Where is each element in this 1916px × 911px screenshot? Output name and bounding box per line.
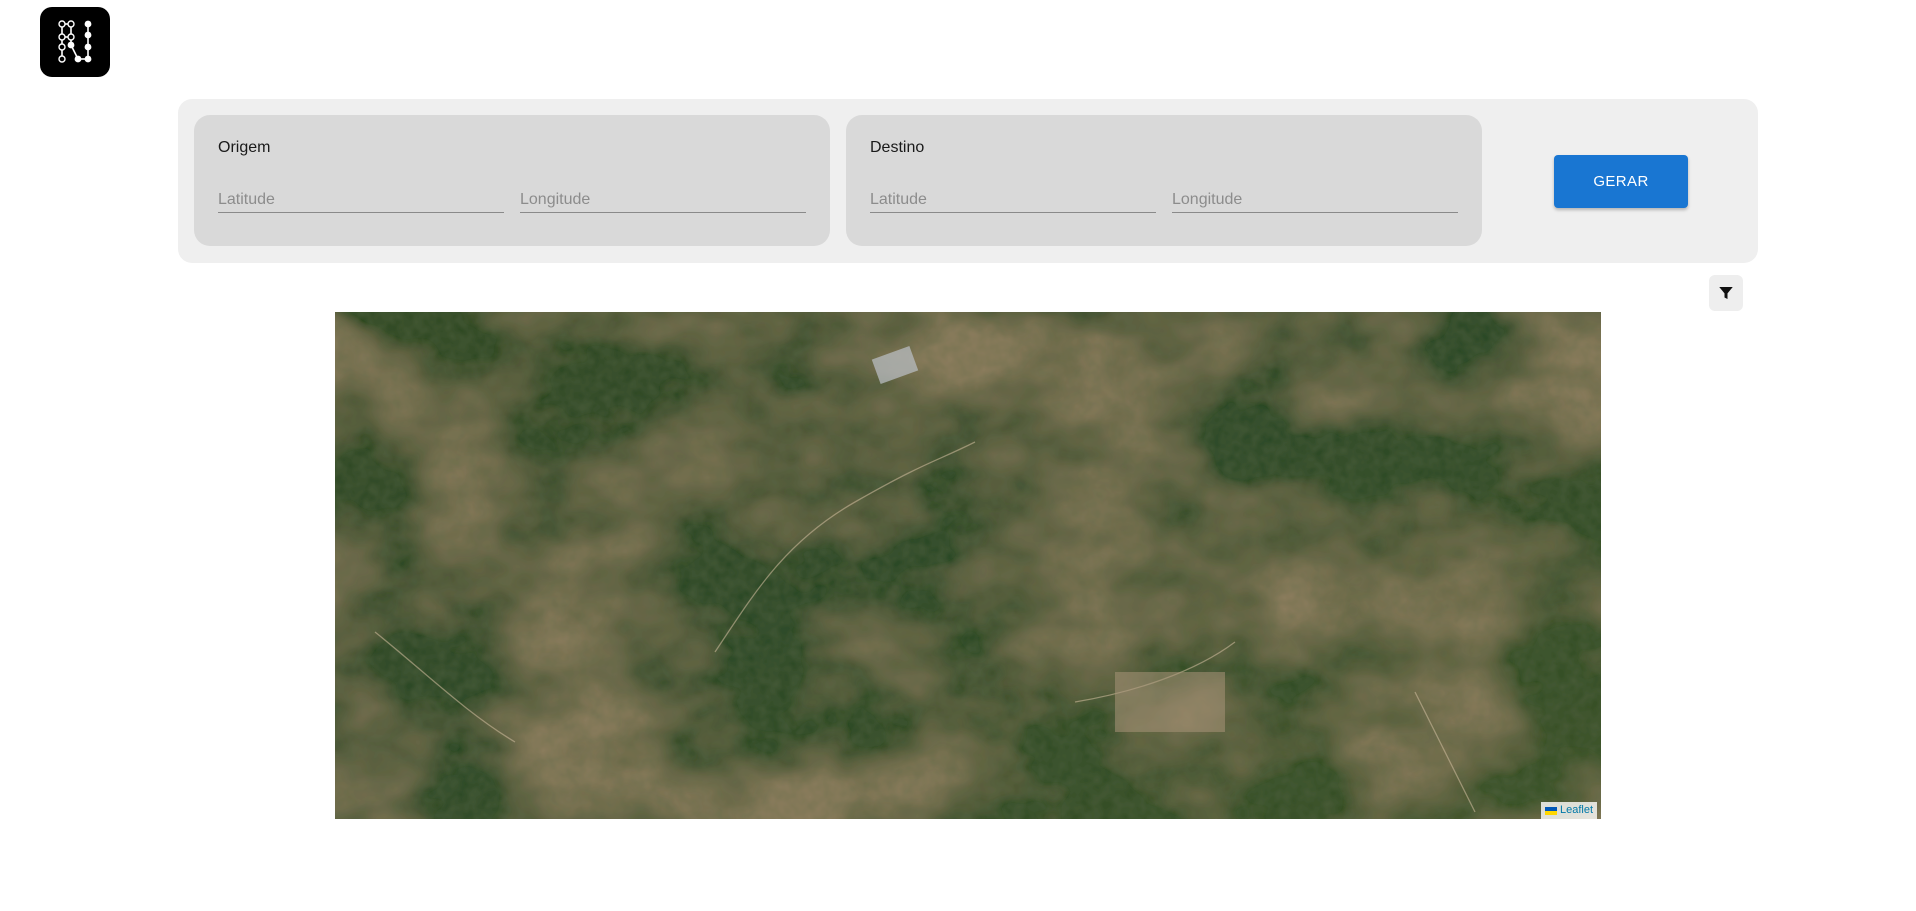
destination-title: Destino	[870, 139, 925, 156]
generate-button[interactable]: GERAR	[1554, 155, 1688, 208]
origin-title: Origem	[218, 139, 271, 156]
route-form-panel: Origem Destino GERAR	[178, 99, 1758, 263]
filter-icon	[1719, 287, 1733, 299]
app-logo	[40, 7, 110, 77]
destination-latitude-input[interactable]	[870, 187, 1156, 213]
filter-button[interactable]	[1709, 275, 1743, 311]
destination-group: Destino	[846, 115, 1482, 246]
leaflet-link[interactable]: Leaflet	[1560, 802, 1593, 819]
ukraine-flag-icon	[1544, 806, 1557, 815]
satellite-imagery	[335, 312, 1601, 819]
origin-longitude-input[interactable]	[520, 187, 806, 213]
map-attribution: Leaflet	[1540, 802, 1597, 819]
origin-group: Origem	[194, 115, 830, 246]
origin-latitude-input[interactable]	[218, 187, 504, 213]
satellite-map[interactable]: Leaflet	[335, 312, 1601, 819]
graph-logo-icon	[58, 20, 92, 63]
destination-longitude-input[interactable]	[1172, 187, 1458, 213]
